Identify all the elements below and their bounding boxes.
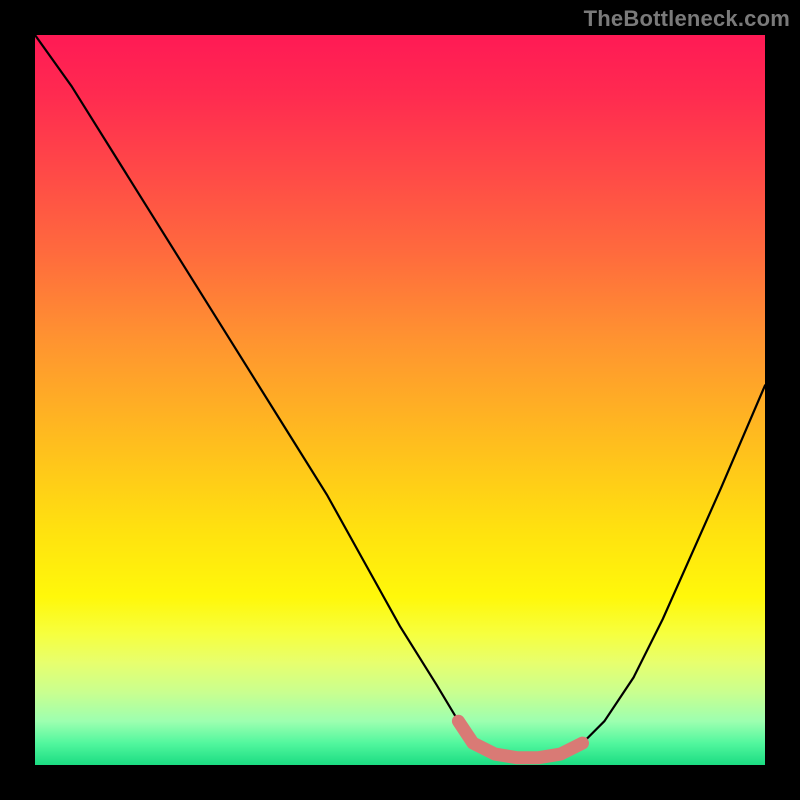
bottleneck-curve	[35, 35, 765, 758]
optimal-range-highlight	[458, 721, 582, 758]
watermark-text: TheBottleneck.com	[584, 6, 790, 32]
curve-layer	[35, 35, 765, 765]
chart-frame: TheBottleneck.com	[0, 0, 800, 800]
plot-area	[35, 35, 765, 765]
